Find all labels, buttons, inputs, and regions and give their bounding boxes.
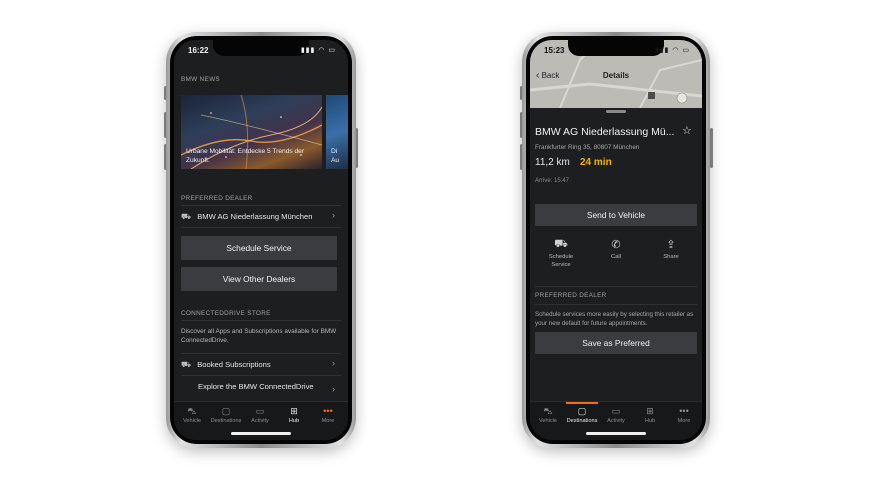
more-icon: ••• bbox=[679, 406, 689, 416]
destination-name: BMW AG Niederlassung Mü... bbox=[535, 126, 675, 138]
sheet-grabber[interactable] bbox=[606, 110, 626, 113]
grid-icon: ⊞ bbox=[646, 406, 654, 416]
active-tab-indicator bbox=[566, 402, 598, 404]
notch bbox=[213, 40, 309, 56]
news-card-secondary[interactable]: Di Au bbox=[326, 95, 348, 169]
tab-destinations[interactable]: ▢ Destinations bbox=[566, 406, 598, 424]
dealer-name: BMW AG Niederlassung München bbox=[197, 212, 313, 221]
share-icon: ⇪ bbox=[666, 239, 676, 251]
home-indicator bbox=[586, 432, 646, 435]
calendar-icon: ▭ bbox=[255, 406, 265, 416]
tab-activity[interactable]: ▭ Activity bbox=[600, 406, 632, 424]
status-icons: ▮▮▮ ◠ ▭ bbox=[654, 47, 690, 54]
chat-icon: ▢ bbox=[221, 406, 231, 416]
explore-store-row[interactable]: Explore the BMW ConnectedDrive bbox=[198, 382, 338, 391]
power-button bbox=[710, 128, 713, 168]
tab-hub[interactable]: ⊞ Hub bbox=[278, 406, 310, 424]
destination-duration: 24 min bbox=[580, 157, 612, 168]
tab-more[interactable]: ••• More bbox=[668, 406, 700, 424]
destination-address: Frankfurter Ring 35, 80807 München bbox=[535, 144, 640, 151]
nav-title: Details bbox=[602, 71, 630, 80]
tab-vehicle[interactable]: ⛍ Vehicle bbox=[532, 406, 564, 424]
more-icon: ••• bbox=[323, 406, 333, 416]
chat-icon: ▢ bbox=[577, 406, 587, 416]
news-card-secondary-caption: Di Au bbox=[331, 148, 340, 164]
preferred-dealer-description: Schedule services more easily by selecti… bbox=[535, 311, 694, 327]
arrival-time: Arrive: 15:47 bbox=[535, 178, 570, 184]
status-icons: ▮▮▮ ◠ ▭ bbox=[300, 47, 336, 54]
chevron-right-icon: › bbox=[332, 358, 335, 368]
schedule-service-button[interactable]: Schedule Service bbox=[181, 236, 337, 260]
dealer-row[interactable]: ⛟ BMW AG Niederlassung München bbox=[181, 212, 341, 222]
schedule-service-action[interactable]: ⛟ Schedule Service bbox=[539, 238, 583, 269]
share-action[interactable]: ⇪ Share bbox=[649, 238, 693, 261]
chevron-right-icon: › bbox=[332, 384, 335, 394]
tab-more[interactable]: ••• More bbox=[312, 406, 344, 424]
news-card[interactable]: Urbane Mobilität: Entdecke 5 Trends der … bbox=[181, 95, 322, 169]
destination-distance: 11,2 km bbox=[535, 157, 570, 168]
save-as-preferred-button[interactable]: Save as Preferred bbox=[535, 332, 697, 354]
connecteddrive-store-label: CONNECTEDDRIVE STORE bbox=[181, 310, 271, 317]
service-car-icon: ⛟ bbox=[554, 238, 568, 250]
left-phone-screen: 16:22 ▮▮▮ ◠ ▭ BMW NEWS Urbane Mobilität:… bbox=[174, 40, 348, 440]
notch bbox=[568, 40, 664, 56]
home-indicator bbox=[231, 432, 291, 435]
subscription-icon: ⛟ bbox=[181, 360, 192, 369]
car-icon: ⛍ bbox=[187, 406, 197, 416]
tab-activity[interactable]: ▭ Activity bbox=[244, 406, 276, 424]
details-sheet: BMW AG Niederlassung Mü... ☆ Frankfurter… bbox=[530, 108, 702, 440]
chevron-right-icon: › bbox=[332, 210, 335, 220]
send-to-vehicle-button[interactable]: Send to Vehicle bbox=[535, 204, 697, 226]
dealer-car-icon: ⛟ bbox=[181, 212, 192, 221]
status-time: 15:23 bbox=[544, 46, 565, 55]
preferred-dealer-label: PREFERRED DEALER bbox=[535, 292, 607, 299]
view-other-dealers-button[interactable]: View Other Dealers bbox=[181, 267, 337, 291]
left-phone: 16:22 ▮▮▮ ◠ ▭ BMW NEWS Urbane Mobilität:… bbox=[166, 32, 356, 448]
phone-icon: ✆ bbox=[611, 239, 621, 251]
car-icon: ⛍ bbox=[543, 406, 553, 416]
star-icon[interactable]: ☆ bbox=[682, 124, 692, 137]
status-time: 16:22 bbox=[188, 46, 209, 55]
preferred-dealer-label: PREFERRED DEALER bbox=[181, 195, 253, 202]
tab-destinations[interactable]: ▢ Destinations bbox=[210, 406, 242, 424]
store-description: Discover all Apps and Subscriptions avai… bbox=[181, 328, 337, 344]
right-phone-screen: 15:23 ▮▮▮ ◠ ▭ ‹ Back Details BMW AG Nied… bbox=[530, 40, 702, 440]
booked-subscriptions-label: Booked Subscriptions bbox=[197, 360, 271, 369]
tab-hub[interactable]: ⊞ Hub bbox=[634, 406, 666, 424]
news-card-caption: Urbane Mobilität: Entdecke 5 Trends der … bbox=[186, 148, 305, 164]
call-action[interactable]: ✆ Call bbox=[594, 238, 638, 261]
booked-subscriptions-row[interactable]: ⛟ Booked Subscriptions bbox=[181, 360, 341, 370]
tab-vehicle[interactable]: ⛍ Vehicle bbox=[176, 406, 208, 424]
right-phone: 15:23 ▮▮▮ ◠ ▭ ‹ Back Details BMW AG Nied… bbox=[522, 32, 710, 448]
calendar-icon: ▭ bbox=[611, 406, 621, 416]
bmw-news-label: BMW NEWS bbox=[181, 76, 220, 83]
grid-icon: ⊞ bbox=[290, 406, 298, 416]
